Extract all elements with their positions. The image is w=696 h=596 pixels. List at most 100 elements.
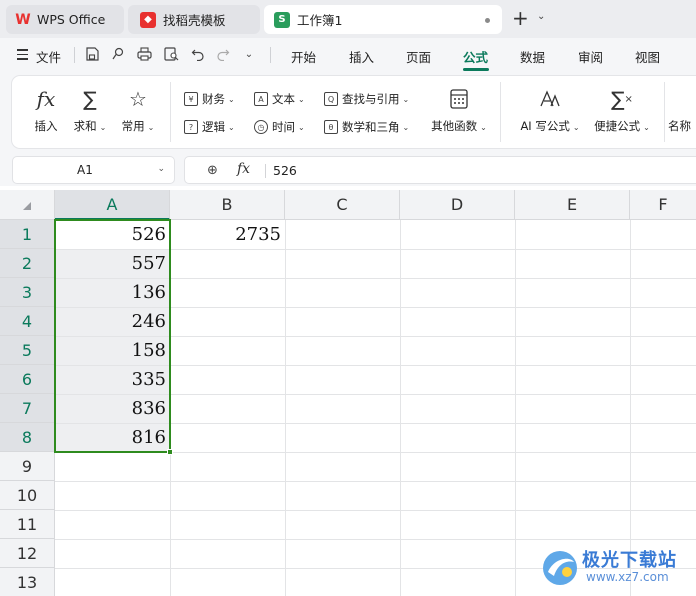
row-header-6[interactable]: 6 [0, 365, 55, 394]
formula-bar-area: A1 ⌄ ⊕ fx 526 [0, 154, 696, 186]
time-button[interactable]: ◷ 时间 ⌄ [254, 116, 305, 138]
column-header-d[interactable]: D [400, 190, 515, 220]
menu-tab-start[interactable]: 开始 [291, 47, 316, 66]
unsaved-dot-icon[interactable] [485, 18, 490, 23]
row-header-12[interactable]: 12 [0, 539, 55, 568]
name-manager-button[interactable]: 名称 [668, 86, 696, 140]
menu-tab-view[interactable]: 视图 [635, 47, 660, 66]
watermark-name: 极光下载站 [582, 550, 677, 571]
row-header-5[interactable]: 5 [0, 336, 55, 365]
name-icon [668, 86, 696, 112]
divider [500, 82, 501, 142]
tab-workbook[interactable]: S 工作簿1 [264, 5, 502, 34]
menu-tab-insert[interactable]: 插入 [349, 47, 374, 66]
row-header-9[interactable]: 9 [0, 452, 55, 481]
row-header-11[interactable]: 11 [0, 510, 55, 539]
row-header-4[interactable]: 4 [0, 307, 55, 336]
fx-icon[interactable]: fx [237, 161, 250, 177]
print-icon[interactable] [136, 46, 152, 62]
select-all-corner[interactable] [0, 190, 55, 220]
spreadsheet-grid[interactable]: A B C D E F 1 2 3 4 5 6 7 8 9 10 11 12 1… [0, 190, 696, 596]
finance-button[interactable]: ¥ 财务 ⌄ [184, 88, 235, 110]
menu-tab-data[interactable]: 数据 [520, 47, 545, 66]
quick-access-more-icon[interactable]: ⌄ [241, 46, 257, 62]
save-icon[interactable] [84, 46, 100, 62]
row-header-1[interactable]: 1 [0, 220, 55, 249]
undo-icon[interactable] [190, 46, 206, 62]
column-header-f[interactable]: F [630, 190, 696, 220]
tab-label: 工作簿1 [297, 13, 343, 28]
gridline [630, 220, 631, 596]
math-icon: θ [324, 120, 338, 134]
fx-icon: fx [36, 87, 56, 111]
chevron-down-icon[interactable]: ⌄ [157, 164, 165, 174]
gridline [55, 481, 696, 482]
column-header-e[interactable]: E [515, 190, 630, 220]
watermark-logo-icon [543, 551, 577, 585]
spreadsheet-s-icon: S [274, 11, 290, 28]
ai-formula-button[interactable]: AI 写公式 ⌄ [518, 86, 582, 140]
sum-button[interactable]: ∑ 求和 ⌄ [68, 86, 112, 140]
title-bar: W WPS Office ◆ 找稻壳模板 S 工作簿1 + ⌄ [0, 0, 696, 38]
calculator-icon [428, 86, 490, 112]
math-button[interactable]: θ 数学和三角 ⌄ [324, 116, 409, 138]
text-button[interactable]: A 文本 ⌄ [254, 88, 305, 110]
share-icon[interactable] [110, 46, 126, 62]
cell-b1[interactable]: 2735 [170, 220, 285, 249]
hamburger-menu-icon[interactable] [17, 49, 28, 60]
row-header-3[interactable]: 3 [0, 278, 55, 307]
menu-tab-page[interactable]: 页面 [406, 47, 431, 66]
redo-icon[interactable] [215, 46, 231, 62]
tab-wps-office[interactable]: W WPS Office [6, 5, 124, 34]
active-tab-indicator [463, 68, 489, 71]
logic-icon: ? [184, 120, 198, 134]
ribbon: fx 插入 ∑ 求和 ⌄ ☆ 常用 ⌄ ¥ 财务 ⌄ ? 逻辑 ⌄ A 文本 ⌄ ◷ 时间 ⌄ Q查… [0, 72, 696, 154]
name-box[interactable]: A1 ⌄ [12, 156, 175, 184]
wps-logo-icon: W [15, 11, 31, 28]
formula-input[interactable]: ⊕ fx 526 [184, 156, 696, 184]
formula-value[interactable]: 526 [273, 163, 297, 178]
zoom-search-icon[interactable]: ⊕ [207, 163, 218, 178]
logic-button[interactable]: ? 逻辑 ⌄ [184, 116, 235, 138]
row-header-2[interactable]: 2 [0, 249, 55, 278]
star-icon: ☆ [129, 87, 147, 111]
row-header-7[interactable]: 7 [0, 394, 55, 423]
other-functions-label: 其他函数 ⌄ [431, 119, 487, 133]
gridline [285, 220, 286, 596]
divider [170, 82, 171, 142]
divider [74, 47, 75, 63]
common-functions-button[interactable]: ☆ 常用 ⌄ [116, 86, 160, 140]
new-tab-plus-icon[interactable]: + [512, 8, 529, 28]
ai-icon [518, 86, 582, 112]
menu-tab-review[interactable]: 审阅 [578, 47, 603, 66]
lookup-button[interactable]: Q 查找与引用 ⌄ [324, 88, 409, 110]
row-header-8[interactable]: 8 [0, 423, 55, 452]
lookup-icon: Q [324, 92, 338, 106]
quick-formula-button[interactable]: ∑ × 便捷公式 ⌄ [590, 86, 654, 140]
ribbon-panel: fx 插入 ∑ 求和 ⌄ ☆ 常用 ⌄ ¥ 财务 ⌄ ? 逻辑 ⌄ A 文本 ⌄ ◷ 时间 ⌄ Q查… [12, 76, 696, 148]
tab-label: WPS Office [37, 12, 106, 27]
quick-formula-label: 便捷公式 ⌄ [594, 119, 650, 133]
ai-formula-label: AI 写公式 ⌄ [520, 119, 580, 133]
daoke-template-icon: ◆ [140, 11, 156, 28]
column-header-b[interactable]: B [170, 190, 285, 220]
tab-label: 找稻壳模板 [163, 13, 226, 28]
column-header-c[interactable]: C [285, 190, 400, 220]
menu-tab-formula[interactable]: 公式 [463, 47, 488, 66]
insert-function-label: 插入 [34, 119, 58, 133]
other-functions-button[interactable]: 其他函数 ⌄ [428, 86, 490, 140]
file-menu[interactable]: 文件 [36, 47, 61, 66]
gridline [55, 539, 696, 540]
fill-handle[interactable] [167, 449, 173, 455]
cell-reference: A1 [77, 163, 93, 177]
chevron-down-icon[interactable]: ⌄ [537, 11, 545, 22]
row-header-13[interactable]: 13 [0, 568, 55, 596]
insert-function-button[interactable]: fx 插入 [24, 86, 68, 140]
tab-template[interactable]: ◆ 找稻壳模板 [128, 5, 260, 34]
divider [270, 47, 271, 63]
row-header-10[interactable]: 10 [0, 481, 55, 510]
print-preview-icon[interactable] [163, 46, 179, 62]
menu-bar: 文件 ⌄ 开始 插入 页面 公式 数据 审阅 视图 [0, 38, 696, 72]
gridline [55, 510, 696, 511]
column-header-a[interactable]: A [55, 190, 170, 220]
